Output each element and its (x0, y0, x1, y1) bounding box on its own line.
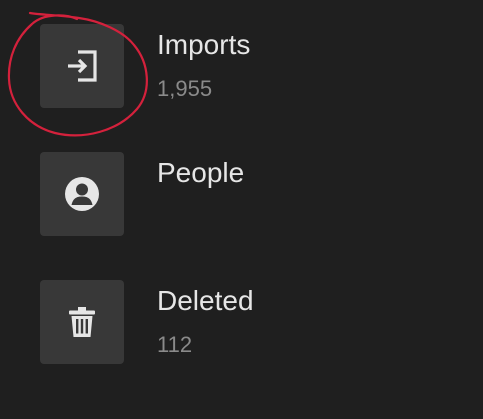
album-list: Imports 1,955 People Deleted 112 (0, 0, 483, 419)
list-item-imports[interactable]: Imports 1,955 (0, 24, 483, 114)
item-label-deleted: Deleted (157, 285, 254, 316)
item-count-imports: 1,955 (157, 76, 213, 101)
import-icon (68, 50, 97, 82)
person-icon (65, 177, 99, 211)
item-label-imports: Imports (157, 29, 251, 60)
people-tile[interactable] (40, 152, 124, 236)
list-item-people[interactable]: People (0, 152, 483, 242)
list-item-deleted[interactable]: Deleted 112 (0, 280, 483, 370)
item-label-people: People (157, 157, 245, 188)
deleted-tile[interactable] (40, 280, 124, 364)
imports-tile[interactable] (40, 24, 124, 108)
trash-icon (69, 307, 95, 337)
item-count-deleted: 112 (157, 332, 193, 357)
